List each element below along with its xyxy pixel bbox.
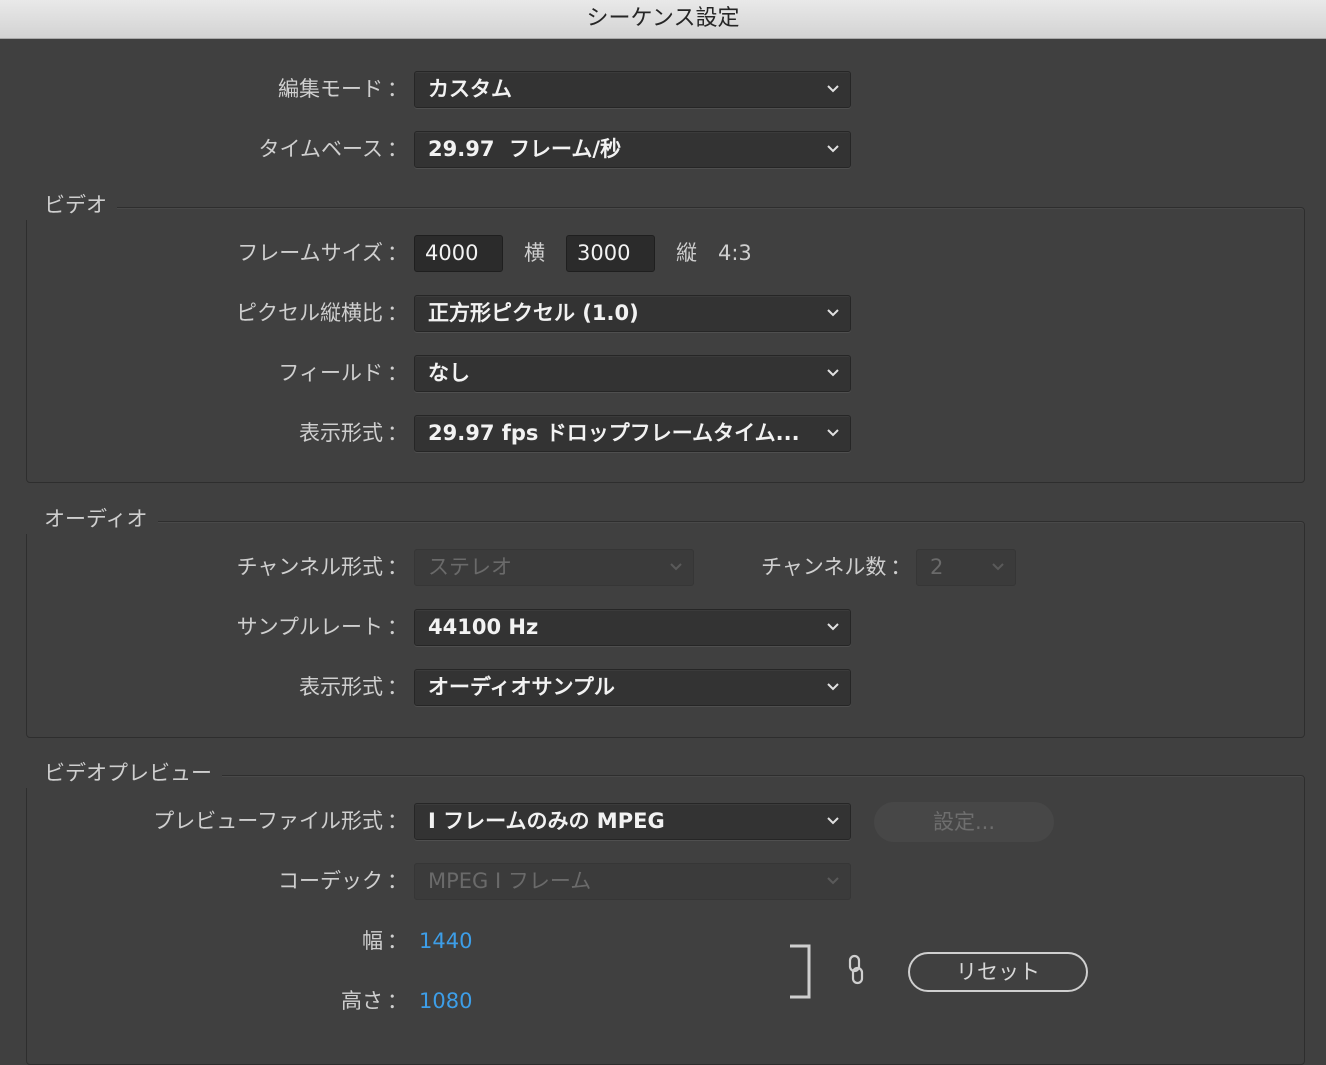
fields-dropdown[interactable]: なし [414, 355, 851, 392]
edit-mode-label: 編集モード： [278, 77, 408, 101]
fields-label: フィールド： [278, 361, 408, 385]
edit-mode-value: カスタム [428, 77, 512, 101]
frame-height-label: 縦 [676, 241, 697, 265]
timebase-dropdown[interactable]: 29.97 フレーム/秒 [414, 131, 851, 168]
sample-rate-dropdown[interactable]: 44100 Hz [414, 609, 851, 646]
pixel-aspect-label: ピクセル縦横比： [236, 301, 408, 325]
frame-height-input[interactable]: 3000 [566, 235, 655, 272]
channel-format-dropdown[interactable]: ステレオ [414, 549, 694, 586]
video-preview-group-title: ビデオプレビュー [26, 758, 222, 788]
audio-display-format-dropdown[interactable]: オーディオサンプル [414, 669, 851, 706]
preview-file-format-value: I フレームのみの MPEG [428, 809, 665, 833]
audio-display-format-value: オーディオサンプル [428, 675, 615, 699]
preview-height-value[interactable]: 1080 [419, 982, 472, 1020]
pixel-aspect-dropdown[interactable]: 正方形ピクセル (1.0) [414, 295, 851, 332]
sample-rate-value: 44100 Hz [428, 615, 539, 639]
chevron-down-icon [827, 683, 839, 691]
chevron-down-icon [827, 369, 839, 377]
video-display-format-dropdown[interactable]: 29.97 fps ドロップフレームタイム... [414, 415, 851, 452]
chevron-down-icon [827, 877, 839, 885]
video-group-title: ビデオ [26, 190, 117, 220]
audio-display-format-label: 表示形式： [299, 675, 408, 699]
window-title: シーケンス設定 [586, 6, 740, 31]
edit-mode-dropdown[interactable]: カスタム [414, 71, 851, 108]
channel-count-label: チャンネル数： [761, 555, 912, 579]
codec-value: MPEG I フレーム [428, 869, 592, 893]
frame-size-label: フレームサイズ： [237, 241, 408, 265]
pixel-aspect-value: 正方形ピクセル (1.0) [428, 301, 639, 325]
preview-file-format-dropdown[interactable]: I フレームのみの MPEG [414, 803, 851, 840]
window-titlebar: シーケンス設定 [0, 0, 1326, 39]
preview-height-label: 高さ： [341, 989, 408, 1013]
preview-width-label: 幅： [362, 929, 408, 953]
timebase-label: タイムベース： [258, 137, 408, 161]
audio-group-title: オーディオ [26, 504, 158, 534]
chevron-down-icon [827, 623, 839, 631]
chevron-down-icon [827, 817, 839, 825]
timebase-value: 29.97 フレーム/秒 [428, 137, 622, 161]
chevron-down-icon [827, 85, 839, 93]
chevron-down-icon [992, 563, 1004, 571]
chevron-down-icon [827, 309, 839, 317]
link-icon[interactable] [846, 954, 866, 986]
chevron-down-icon [827, 429, 839, 437]
preview-settings-button[interactable]: 設定... [874, 802, 1054, 842]
channel-format-label: チャンネル形式： [236, 555, 408, 579]
channel-format-value: ステレオ [428, 555, 512, 579]
frame-aspect-ratio: 4:3 [718, 241, 752, 265]
channel-count-value: 2 [930, 555, 944, 579]
chevron-down-icon [827, 145, 839, 153]
codec-label: コーデック： [278, 869, 408, 893]
video-display-format-label: 表示形式： [299, 421, 408, 445]
bracket-icon [790, 944, 811, 999]
video-display-format-value: 29.97 fps ドロップフレームタイム... [428, 421, 800, 445]
frame-width-label: 横 [524, 241, 545, 265]
channel-count-dropdown[interactable]: 2 [916, 549, 1016, 586]
fields-value: なし [428, 361, 470, 385]
sample-rate-label: サンプルレート： [236, 615, 408, 639]
codec-dropdown[interactable]: MPEG I フレーム [414, 863, 851, 900]
reset-button[interactable]: リセット [908, 952, 1088, 992]
preview-file-format-label: プレビューファイル形式： [153, 809, 408, 833]
preview-width-value[interactable]: 1440 [419, 922, 472, 960]
chevron-down-icon [670, 563, 682, 571]
frame-width-input[interactable]: 4000 [414, 235, 503, 272]
